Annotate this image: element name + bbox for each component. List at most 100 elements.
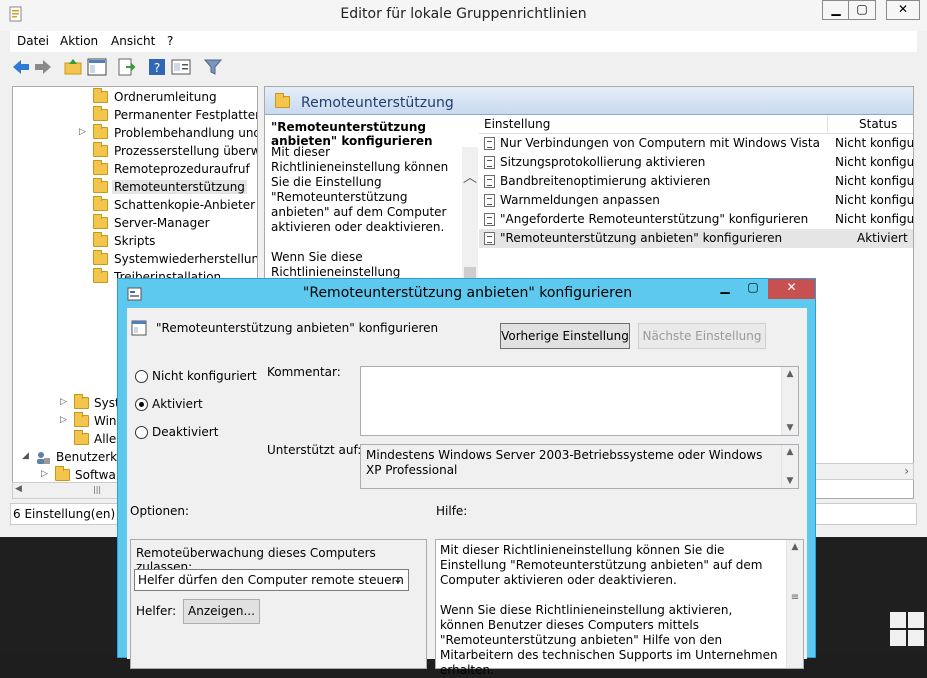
menu-aktion[interactable]: Aktion: [60, 34, 98, 48]
next-setting-button[interactable]: Nächste Einstellung: [638, 323, 766, 349]
list-item[interactable]: Sitzungsprotokollierung aktivieren Nicht…: [479, 153, 913, 172]
window-title: Editor für lokale Gruppenrichtlinien: [340, 6, 587, 22]
permit-remote-select[interactable]: Helfer dürfen den Computer remote steuer…: [134, 569, 409, 591]
helpers-label: Helfer:: [136, 604, 177, 618]
scroll-up-icon[interactable]: ▲: [787, 542, 803, 552]
folder-icon: [74, 394, 89, 409]
scroll-thumb-grip-icon[interactable]: |||: [93, 485, 101, 494]
tree-item-ordnerumleitung[interactable]: Ordnerumleitung: [13, 88, 253, 107]
scroll-thumb-grip-icon[interactable]: ≡: [787, 592, 803, 603]
folder-icon: [93, 124, 108, 139]
expand-arrow-icon[interactable]: ▷: [60, 397, 67, 407]
policy-setting-icon: [484, 175, 495, 188]
folder-icon: [93, 214, 108, 229]
comment-label: Kommentar:: [267, 365, 341, 379]
tree-item-skripts[interactable]: Skripts: [13, 232, 253, 251]
main-titlebar[interactable]: Editor für lokale Gruppenrichtlinien ▁ ▢…: [0, 0, 927, 31]
list-item[interactable]: Warnmeldungen anpassen Nicht konfigur.: [479, 191, 913, 210]
column-header-state[interactable]: Status: [859, 117, 897, 131]
properties-icon[interactable]: [170, 56, 192, 78]
back-icon[interactable]: [10, 56, 32, 78]
forward-icon[interactable]: [32, 56, 54, 78]
tree-item-label: Prozesserstellung überw: [114, 144, 258, 158]
list-item-name: "Remoteunterstützung anbieten" konfiguri…: [500, 231, 783, 245]
list-item-name: Nur Verbindungen von Computern mit Windo…: [500, 136, 824, 150]
filter-icon[interactable]: [202, 56, 224, 78]
minimize-button[interactable]: ▁: [822, 0, 850, 20]
radio-disabled[interactable]: [135, 426, 148, 439]
dialog-close-button[interactable]: ✕: [768, 279, 815, 299]
show-helpers-button[interactable]: Anzeigen...: [183, 599, 260, 624]
scroll-down-icon[interactable]: ▼: [782, 476, 798, 486]
tree-item-label: Win: [94, 414, 117, 428]
help-icon[interactable]: ?: [146, 56, 168, 78]
column-divider[interactable]: [827, 115, 828, 134]
list-item-name: Warnmeldungen anpassen: [500, 193, 660, 207]
tree-item-server-manager[interactable]: Server-Manager: [13, 214, 253, 233]
menu-help[interactable]: ?: [167, 34, 173, 48]
minimize-icon: ▁: [831, 2, 841, 16]
tree-item-schattenkopie[interactable]: Schattenkopie-Anbieter: [13, 196, 256, 215]
list-item-selected[interactable]: "Remoteunterstützung anbieten" konfiguri…: [479, 229, 913, 248]
folder-icon: [74, 430, 89, 445]
export-icon[interactable]: [116, 56, 138, 78]
radio-enabled[interactable]: [135, 398, 148, 411]
menu-datei[interactable]: Datei: [17, 34, 49, 48]
collapse-arrow-icon[interactable]: ◢: [22, 451, 29, 461]
list-item[interactable]: Nur Verbindungen von Computern mit Windo…: [479, 134, 913, 153]
maximize-button[interactable]: ▢: [848, 0, 876, 20]
tree-item-label: Schattenkopie-Anbieter: [114, 198, 256, 212]
radio-enabled-label[interactable]: Aktiviert: [152, 397, 203, 411]
tree-item-prozesserstellung[interactable]: Prozesserstellung überw: [13, 142, 257, 161]
previous-setting-button[interactable]: Vorherige Einstellung: [500, 323, 630, 349]
tree-item-systemwiederherstellung[interactable]: Systemwiederherstellung: [13, 250, 257, 269]
close-icon: ✕: [897, 2, 909, 16]
expand-arrow-icon[interactable]: ▷: [79, 127, 86, 137]
help-panel: Mit dieser Richtlinieneinstellung können…: [435, 539, 804, 677]
policy-setting-icon: [131, 320, 147, 336]
description-scrollbar[interactable]: ︿: [462, 147, 478, 307]
scroll-up-icon[interactable]: ▲: [782, 447, 798, 457]
minimize-icon: ▁: [720, 280, 730, 294]
scroll-right-icon[interactable]: ›: [904, 464, 909, 478]
close-button[interactable]: ✕: [886, 0, 920, 20]
dialog-minimize-button[interactable]: ▁: [711, 279, 739, 299]
column-header-setting[interactable]: Einstellung: [484, 117, 550, 131]
dialog-maximize-button[interactable]: ▢: [739, 279, 767, 299]
radio-disabled-label[interactable]: Deaktiviert: [152, 425, 218, 439]
policy-setting-icon: [484, 137, 495, 150]
tree-item-festplatten[interactable]: Permanenter Festplatten: [13, 106, 257, 125]
options-label: Optionen:: [130, 504, 190, 518]
folder-icon: [93, 250, 108, 265]
list-header: Einstellung Status: [479, 115, 913, 134]
policy-setting-icon: [484, 213, 495, 226]
supported-scrollbar[interactable]: ▲ ▼: [781, 445, 798, 488]
scroll-down-icon[interactable]: ▼: [782, 423, 798, 433]
menu-ansicht[interactable]: Ansicht: [111, 34, 155, 48]
scroll-up-icon[interactable]: ︿: [462, 167, 478, 187]
show-hide-tree-icon[interactable]: [86, 56, 108, 78]
expand-arrow-icon[interactable]: ▷: [60, 415, 67, 425]
folder-icon: [93, 268, 108, 283]
tree-item-label: Syst: [94, 396, 120, 410]
comment-field[interactable]: ▲ ▼: [360, 366, 799, 436]
scroll-up-icon[interactable]: ▲: [782, 369, 798, 379]
list-item-state: Aktiviert: [857, 231, 908, 245]
radio-not-configured-label[interactable]: Nicht konfiguriert: [152, 369, 257, 383]
tree-item-remoteprozeduraufruf[interactable]: Remoteprozeduraufruf: [13, 160, 253, 179]
comment-scrollbar[interactable]: ▲ ▼: [781, 367, 798, 435]
tree-item-problembehandlung[interactable]: ▷ Problembehandlung und: [13, 124, 257, 143]
scroll-left-icon[interactable]: ◀: [15, 484, 22, 494]
radio-not-configured[interactable]: [135, 370, 148, 383]
expand-arrow-icon[interactable]: ▷: [41, 469, 48, 479]
up-folder-icon[interactable]: [62, 56, 84, 78]
list-item-name: Sitzungsprotokollierung aktivieren: [500, 155, 706, 169]
permit-remote-value: Helfer dürfen den Computer remote steuer…: [138, 573, 404, 587]
list-item-name: "Angeforderte Remoteunterstützung" konfi…: [500, 212, 809, 226]
toolbar: ?: [10, 53, 917, 81]
list-item[interactable]: Bandbreitenoptimierung aktivieren Nicht …: [479, 172, 913, 191]
policy-setting-icon: [484, 232, 495, 245]
list-item[interactable]: "Angeforderte Remoteunterstützung" konfi…: [479, 210, 913, 229]
tree-item-remoteunterstuetzung[interactable]: Remoteunterstützung: [13, 178, 253, 197]
help-scrollbar[interactable]: ▲ ≡: [786, 540, 803, 668]
